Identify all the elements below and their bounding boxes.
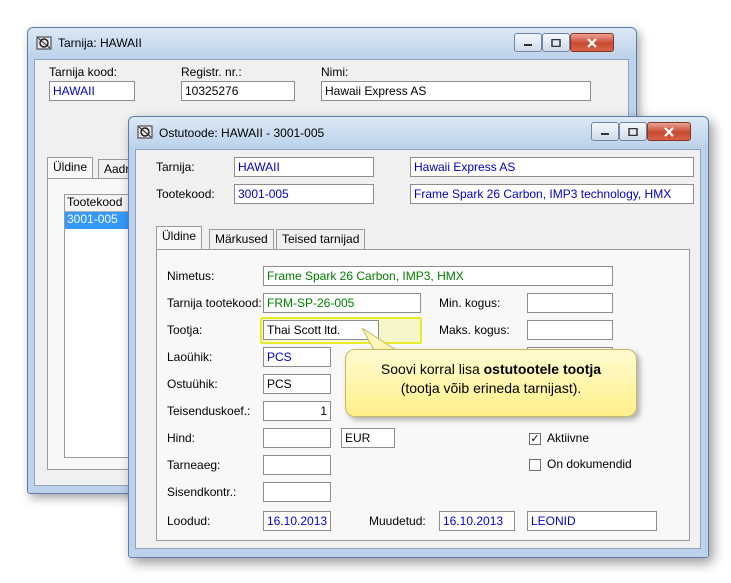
callout-line-1-text: Soovi korral lisa bbox=[380, 361, 484, 377]
tab-general[interactable]: Üldine bbox=[156, 226, 203, 250]
minimize-button[interactable] bbox=[514, 33, 542, 52]
purchase-unit-label: Ostuühik: bbox=[167, 377, 218, 391]
tab-notes[interactable]: Märkused bbox=[209, 229, 274, 249]
product-window-titlebar[interactable]: Ostutoode: HAWAII - 3001-005 bbox=[129, 117, 708, 145]
product-window-title: Ostutoode: HAWAII - 3001-005 bbox=[159, 126, 325, 140]
product-supplier-label: Tarnija: bbox=[156, 160, 195, 174]
on-documents-label: On dokumendid bbox=[547, 457, 632, 471]
callout-line-1-bold: ostutootele tootja bbox=[483, 361, 602, 377]
minimize-button[interactable] bbox=[591, 122, 619, 141]
name-label: Nimetus: bbox=[167, 269, 215, 283]
manufacturer-label: Tootja: bbox=[167, 323, 203, 337]
product-list-header[interactable]: Tootekood bbox=[65, 195, 135, 212]
callout-line-2: (tootja võib erineda tarnijast). bbox=[400, 380, 582, 396]
created-date-field[interactable]: 16.10.2013 bbox=[263, 511, 331, 531]
supplier-code-field[interactable]: HAWAII bbox=[49, 81, 135, 101]
product-code-label: Tootekood: bbox=[156, 187, 215, 201]
close-icon bbox=[587, 37, 597, 48]
close-button[interactable] bbox=[570, 33, 614, 52]
product-window-caption-buttons bbox=[591, 122, 691, 141]
product-supplier-name-field[interactable]: Hawaii Express AS bbox=[410, 157, 694, 177]
product-supplier-code-field[interactable]: HAWAII bbox=[234, 157, 374, 177]
created-label: Loodud: bbox=[167, 514, 211, 528]
product-code-field[interactable]: 3001-005 bbox=[234, 184, 374, 204]
supplier-name-field[interactable]: Hawaii Express AS bbox=[321, 81, 591, 101]
on-documents-checkbox[interactable] bbox=[529, 459, 541, 471]
close-button[interactable] bbox=[647, 122, 691, 141]
tab-general[interactable]: Üldine bbox=[47, 157, 94, 179]
modified-label: Muudetud: bbox=[369, 514, 426, 528]
callout-line-1: Soovi korral lisa ostutootele tootja bbox=[346, 360, 636, 379]
maximize-icon bbox=[628, 127, 638, 136]
product-name-field[interactable]: Frame Spark 26 Carbon, IMP3 technology, … bbox=[410, 184, 694, 204]
name-field[interactable]: Frame Spark 26 Carbon, IMP3, HMX bbox=[263, 266, 613, 286]
supplier-product-code-field[interactable]: FRM-SP-26-005 bbox=[263, 293, 421, 313]
maximize-icon bbox=[551, 38, 561, 47]
maximize-button[interactable] bbox=[542, 33, 570, 52]
stock-unit-field[interactable]: PCS bbox=[263, 347, 331, 367]
close-icon bbox=[664, 126, 674, 137]
max-quantity-label: Maks. kogus: bbox=[439, 323, 510, 337]
app-icon bbox=[36, 36, 52, 50]
purchase-unit-field[interactable]: PCS bbox=[263, 374, 331, 394]
maximize-button[interactable] bbox=[619, 122, 647, 141]
price-label: Hind: bbox=[167, 431, 196, 445]
supplier-window-caption-buttons bbox=[514, 33, 614, 52]
minimize-icon bbox=[524, 43, 532, 46]
stock-unit-label: Laoühik: bbox=[167, 350, 213, 364]
product-list[interactable]: Tootekood 3001-005 bbox=[64, 194, 136, 458]
callout-tooltip: Soovi korral lisa ostutootele tootja (to… bbox=[345, 349, 637, 417]
min-quantity-label: Min. kogus: bbox=[439, 296, 501, 310]
input-control-label: Sisendkontr.: bbox=[167, 485, 237, 499]
modified-by-field[interactable]: LEONID bbox=[527, 511, 657, 531]
registry-number-field[interactable]: 10325276 bbox=[181, 81, 295, 101]
active-checkbox[interactable]: ✓ bbox=[529, 433, 541, 445]
product-list-item[interactable]: 3001-005 bbox=[65, 212, 135, 229]
min-quantity-field[interactable] bbox=[527, 293, 613, 313]
supplier-window-title: Tarnija: HAWAII bbox=[58, 36, 142, 50]
delivery-time-field[interactable] bbox=[263, 455, 331, 475]
supplier-name-label: Nimi: bbox=[321, 65, 349, 79]
delivery-time-label: Tarneaeg: bbox=[167, 458, 221, 472]
product-window: Ostutoode: HAWAII - 3001-005 Tarnija: HA… bbox=[128, 116, 709, 558]
max-quantity-field[interactable] bbox=[527, 320, 613, 340]
supplier-window-titlebar[interactable]: Tarnija: HAWAII bbox=[28, 28, 636, 56]
conversion-factor-field[interactable]: 1 bbox=[263, 401, 331, 421]
minimize-icon bbox=[601, 132, 609, 135]
registry-number-label: Registr. nr.: bbox=[181, 65, 242, 79]
modified-date-field[interactable]: 16.10.2013 bbox=[439, 511, 515, 531]
supplier-code-label: Tarnija kood: bbox=[49, 65, 118, 79]
conversion-factor-label: Teisenduskoef.: bbox=[167, 404, 251, 418]
currency-field[interactable]: EUR bbox=[341, 428, 395, 448]
active-label: Aktiivne bbox=[547, 431, 590, 445]
app-icon bbox=[137, 125, 153, 139]
price-field[interactable] bbox=[263, 428, 331, 448]
supplier-product-code-label: Tarnija tootekood: bbox=[167, 296, 262, 310]
input-control-field[interactable] bbox=[263, 482, 331, 502]
tab-other-suppliers[interactable]: Teised tarnijad bbox=[276, 229, 366, 249]
